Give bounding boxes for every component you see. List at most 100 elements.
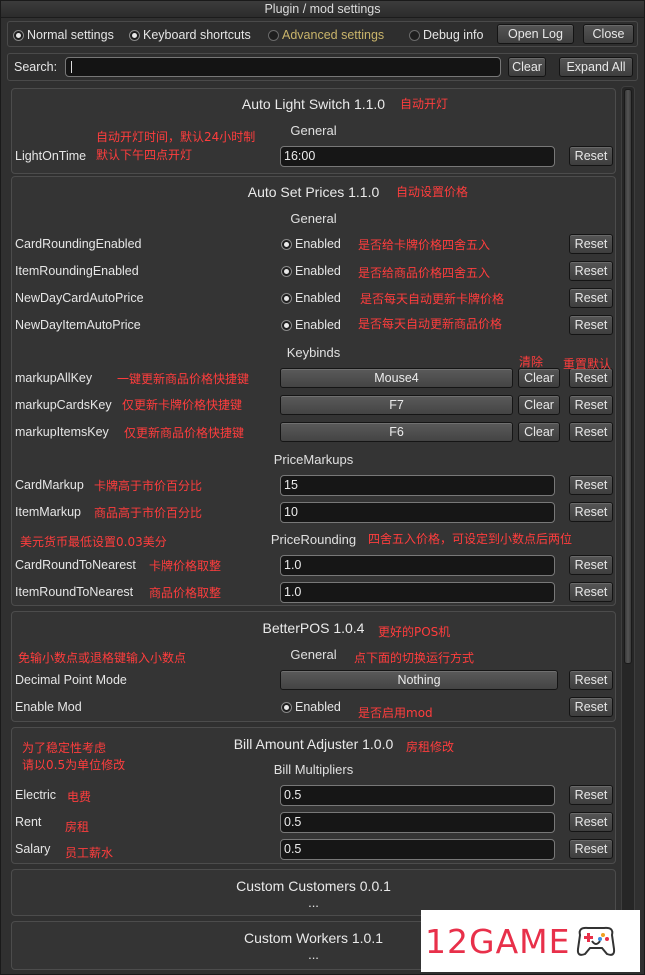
- item-round-field[interactable]: 1.0: [280, 582, 555, 603]
- annotation: 为了稳定性考虑: [22, 741, 107, 755]
- radio-on-icon: [281, 292, 292, 304]
- toggle-label: Enabled: [295, 318, 341, 332]
- rent-field[interactable]: 0.5: [280, 812, 555, 833]
- setting-label: CardRoundingEnabled: [15, 237, 142, 251]
- item-markup-field[interactable]: 10: [280, 502, 555, 523]
- reset-button[interactable]: Reset: [569, 582, 613, 602]
- annotation: 美元货币最低设置0.03美分: [20, 535, 167, 549]
- markup-items-keybind-button[interactable]: F6: [280, 422, 513, 442]
- setting-label: Salary: [15, 842, 51, 856]
- search-input[interactable]: [65, 57, 501, 77]
- setting-label: CardMarkup: [15, 478, 84, 492]
- radio-on-icon: [281, 238, 292, 250]
- clear-keybind-button[interactable]: Clear: [518, 395, 560, 415]
- annotation: 卡牌高于市价百分比: [94, 479, 203, 493]
- open-log-button[interactable]: Open Log: [497, 24, 574, 44]
- reset-button[interactable]: Reset: [569, 475, 613, 495]
- reset-button[interactable]: Reset: [569, 422, 613, 442]
- reset-button[interactable]: Reset: [569, 812, 613, 832]
- annotation: 是否每天自动更新卡牌价格: [360, 292, 505, 306]
- plugin-title[interactable]: Auto Light Switch 1.1.0: [12, 96, 615, 112]
- toggle-label: Enabled: [295, 237, 341, 251]
- annotation: 仅更新卡牌价格快捷键: [122, 398, 243, 412]
- reset-button[interactable]: Reset: [569, 315, 613, 335]
- markup-cards-keybind-button[interactable]: F7: [280, 395, 513, 415]
- expand-all-button[interactable]: Expand All: [559, 57, 633, 77]
- annotation: 点下面的切换运行方式: [354, 651, 475, 665]
- setting-label: Decimal Point Mode: [15, 673, 127, 687]
- radio-on-icon: [281, 265, 292, 277]
- tab-debug-info[interactable]: Debug info: [409, 26, 483, 44]
- setting-label: ItemRoundingEnabled: [15, 264, 139, 278]
- plugin-panel-custom-customers[interactable]: Custom Customers 0.0.1 ...: [11, 869, 616, 916]
- reset-button[interactable]: Reset: [569, 288, 613, 308]
- annotation: 清除: [519, 355, 544, 369]
- card-markup-field[interactable]: 15: [280, 475, 555, 496]
- annotation: 四舍五入价格，可设定到小数点后两位: [368, 532, 573, 546]
- electric-field[interactable]: 0.5: [280, 785, 555, 806]
- reset-button[interactable]: Reset: [569, 697, 613, 717]
- annotation: 免输小数点或退格键输入小数点: [18, 651, 187, 665]
- plugin-title[interactable]: BetterPOS 1.0.4: [12, 620, 615, 636]
- plugin-title[interactable]: Auto Set Prices 1.1.0: [12, 184, 615, 200]
- plugin-title[interactable]: Custom Customers 0.0.1: [12, 878, 615, 894]
- radio-on-icon: [281, 701, 292, 713]
- tab-normal-settings[interactable]: Normal settings: [13, 26, 114, 44]
- item-rounding-toggle[interactable]: Enabled: [281, 264, 341, 278]
- new-day-card-toggle[interactable]: Enabled: [281, 291, 341, 305]
- annotation: 自动开灯时间，默认24小时制: [96, 130, 256, 144]
- vertical-scrollbar[interactable]: [621, 86, 635, 964]
- tab-keyboard-shortcuts[interactable]: Keyboard shortcuts: [129, 26, 251, 44]
- card-round-field[interactable]: 1.0: [280, 555, 555, 576]
- setting-label: markupAllKey: [15, 371, 93, 385]
- tab-label: Advanced settings: [282, 28, 385, 42]
- setting-label: markupCardsKey: [15, 398, 112, 412]
- annotation: 房租修改: [406, 740, 455, 754]
- decimal-mode-button[interactable]: Nothing: [280, 670, 558, 690]
- reset-button[interactable]: Reset: [569, 395, 613, 415]
- window-title: Plugin / mod settings: [1, 1, 644, 18]
- annotation: 自动设置价格: [396, 185, 469, 199]
- search-label: Search:: [14, 60, 58, 74]
- light-on-time-field[interactable]: 16:00: [280, 146, 555, 167]
- radio-on-icon: [129, 29, 140, 41]
- reset-button[interactable]: Reset: [569, 146, 613, 166]
- toggle-label: Enabled: [295, 700, 341, 714]
- annotation: 卡牌价格取整: [149, 559, 222, 573]
- reset-button[interactable]: Reset: [569, 555, 613, 575]
- annotation: 自动开灯: [400, 97, 449, 111]
- close-button[interactable]: Close: [583, 24, 634, 44]
- new-day-item-toggle[interactable]: Enabled: [281, 318, 341, 332]
- annotation: 房租: [65, 820, 90, 834]
- reset-button[interactable]: Reset: [569, 261, 613, 281]
- tab-advanced-settings[interactable]: Advanced settings: [268, 26, 384, 44]
- category-header: PriceMarkups: [273, 452, 354, 467]
- enable-mod-toggle[interactable]: Enabled: [281, 700, 341, 714]
- reset-button[interactable]: Reset: [569, 670, 613, 690]
- tab-label: Keyboard shortcuts: [143, 28, 251, 42]
- gamepad-icon: [577, 926, 616, 956]
- category-header: General: [290, 211, 337, 226]
- clear-keybind-button[interactable]: Clear: [518, 422, 560, 442]
- reset-button[interactable]: Reset: [569, 839, 613, 859]
- card-rounding-toggle[interactable]: Enabled: [281, 237, 341, 251]
- plugin-panel-better-pos: BetterPOS 1.0.4 General Decimal Point Mo…: [11, 611, 616, 722]
- setting-label: markupItemsKey: [15, 425, 109, 439]
- reset-button[interactable]: Reset: [569, 785, 613, 805]
- annotation: 是否启用mod: [358, 706, 433, 720]
- annotation: 是否给卡牌价格四舍五入: [358, 238, 491, 252]
- markup-all-keybind-button[interactable]: Mouse4: [280, 368, 513, 388]
- reset-button[interactable]: Reset: [569, 234, 613, 254]
- reset-button[interactable]: Reset: [569, 502, 613, 522]
- annotation: 默认下午四点开灯: [96, 148, 193, 162]
- text-caret: [71, 61, 72, 73]
- radio-off-icon: [268, 29, 279, 41]
- collapsed-indicator: ...: [308, 895, 319, 910]
- search-clear-button[interactable]: Clear: [508, 57, 546, 77]
- annotation: 一键更新商品价格快捷键: [117, 372, 250, 386]
- toggle-label: Enabled: [295, 264, 341, 278]
- salary-field[interactable]: 0.5: [280, 839, 555, 860]
- clear-keybind-button[interactable]: Clear: [518, 368, 560, 388]
- toggle-label: Enabled: [295, 291, 341, 305]
- scrollbar-thumb[interactable]: [624, 89, 632, 664]
